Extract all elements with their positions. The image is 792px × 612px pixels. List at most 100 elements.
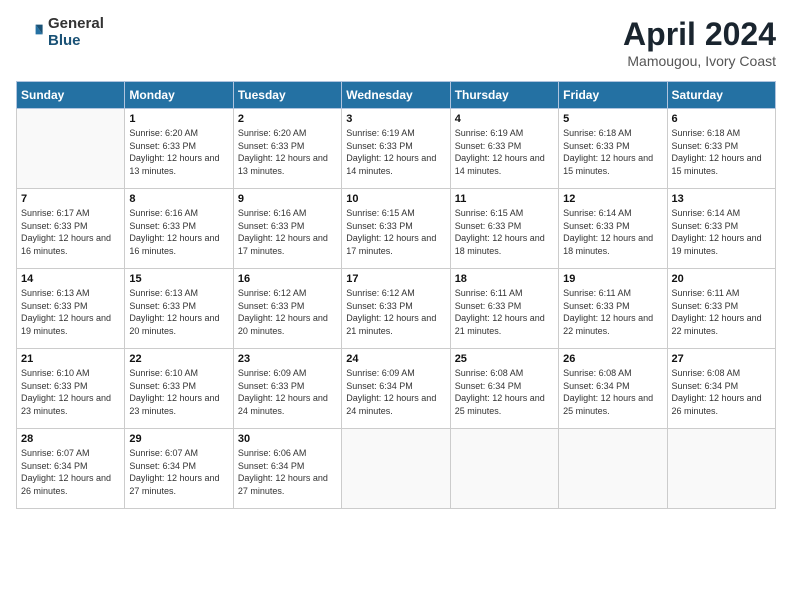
day-number: 25 (455, 353, 554, 365)
calendar-cell: 22 Sunrise: 6:10 AMSunset: 6:33 PMDayligh… (125, 349, 233, 429)
day-info: Sunrise: 6:11 AMSunset: 6:33 PMDaylight:… (672, 287, 771, 337)
day-number: 22 (129, 353, 228, 365)
calendar-cell: 8Sunrise: 6:16 AMSunset: 6:33 PMDaylight… (125, 189, 233, 269)
day-header-thursday: Thursday (450, 82, 558, 109)
day-number: 17 (346, 273, 445, 285)
week-row-4: 28 Sunrise: 6:07 AMSunset: 6:34 PMDayligh… (17, 429, 776, 509)
day-header-tuesday: Tuesday (233, 82, 341, 109)
calendar-cell: 24 Sunrise: 6:09 AMSunset: 6:34 PMDayligh… (342, 349, 450, 429)
calendar-cell (559, 429, 667, 509)
day-number: 15 (129, 273, 228, 285)
calendar-cell: 7Sunrise: 6:17 AMSunset: 6:33 PMDaylight… (17, 189, 125, 269)
logo-text: General Blue (48, 16, 104, 49)
day-info: Sunrise: 6:19 AMSunset: 6:33 PMDaylight:… (455, 127, 554, 177)
calendar-cell: 29Sunrise: 6:07 AMSunset: 6:34 PMDayligh… (125, 429, 233, 509)
calendar-cell: 20 Sunrise: 6:11 AMSunset: 6:33 PMDayligh… (667, 269, 775, 349)
calendar-cell: 18 Sunrise: 6:11 AMSunset: 6:33 PMDayligh… (450, 269, 558, 349)
day-info: Sunrise: 6:07 AMSunset: 6:34 PMDaylight:… (21, 447, 120, 497)
title-area: April 2024 Mamougou, Ivory Coast (623, 16, 776, 69)
day-number: 3 (346, 113, 445, 125)
calendar-cell: 11Sunrise: 6:15 AMSunset: 6:33 PMDayligh… (450, 189, 558, 269)
calendar-cell: 3 Sunrise: 6:19 AMSunset: 6:33 PMDaylight… (342, 109, 450, 189)
day-number: 8 (129, 193, 228, 205)
calendar-cell: 2Sunrise: 6:20 AMSunset: 6:33 PMDaylight… (233, 109, 341, 189)
day-number: 4 (455, 113, 554, 125)
day-number: 21 (21, 353, 120, 365)
day-number: 28 (21, 433, 120, 445)
calendar-cell: 6Sunrise: 6:18 AMSunset: 6:33 PMDaylight… (667, 109, 775, 189)
day-number: 26 (563, 353, 662, 365)
day-info: Sunrise: 6:14 AMSunset: 6:33 PMDaylight:… (672, 207, 771, 257)
day-number: 5 (563, 113, 662, 125)
calendar-subtitle: Mamougou, Ivory Coast (623, 53, 776, 69)
day-info: Sunrise: 6:08 AMSunset: 6:34 PMDaylight:… (563, 367, 662, 417)
day-info: Sunrise: 6:15 AMSunset: 6:33 PMDaylight:… (346, 207, 445, 257)
calendar-cell: 1 Sunrise: 6:20 AMSunset: 6:33 PMDaylight… (125, 109, 233, 189)
calendar-title: April 2024 (623, 16, 776, 53)
week-row-2: 14 Sunrise: 6:13 AMSunset: 6:33 PMDayligh… (17, 269, 776, 349)
day-info: Sunrise: 6:08 AMSunset: 6:34 PMDaylight:… (455, 367, 554, 417)
calendar-cell: 21 Sunrise: 6:10 AMSunset: 6:33 PMDayligh… (17, 349, 125, 429)
calendar-cell: 9 Sunrise: 6:16 AMSunset: 6:33 PMDaylight… (233, 189, 341, 269)
header: General Blue April 2024 Mamougou, Ivory … (16, 16, 776, 69)
day-headers-row: SundayMondayTuesdayWednesdayThursdayFrid… (17, 82, 776, 109)
calendar-body: 1 Sunrise: 6:20 AMSunset: 6:33 PMDaylight… (17, 109, 776, 509)
day-number: 9 (238, 193, 337, 205)
day-number: 13 (672, 193, 771, 205)
day-number: 20 (672, 273, 771, 285)
day-info: Sunrise: 6:12 AMSunset: 6:33 PMDaylight:… (346, 287, 445, 337)
calendar-cell: 14 Sunrise: 6:13 AMSunset: 6:33 PMDayligh… (17, 269, 125, 349)
day-info: Sunrise: 6:14 AMSunset: 6:33 PMDaylight:… (563, 207, 662, 257)
day-header-wednesday: Wednesday (342, 82, 450, 109)
day-number: 12 (563, 193, 662, 205)
day-info: Sunrise: 6:10 AMSunset: 6:33 PMDaylight:… (129, 367, 228, 417)
calendar-cell (450, 429, 558, 509)
calendar-table: SundayMondayTuesdayWednesdayThursdayFrid… (16, 81, 776, 509)
day-number: 16 (238, 273, 337, 285)
calendar-cell: 4 Sunrise: 6:19 AMSunset: 6:33 PMDaylight… (450, 109, 558, 189)
calendar-cell: 19Sunrise: 6:11 AMSunset: 6:33 PMDayligh… (559, 269, 667, 349)
day-header-monday: Monday (125, 82, 233, 109)
day-info: Sunrise: 6:13 AMSunset: 6:33 PMDaylight:… (129, 287, 228, 337)
day-info: Sunrise: 6:17 AMSunset: 6:33 PMDaylight:… (21, 207, 120, 257)
day-header-saturday: Saturday (667, 82, 775, 109)
calendar-cell: 16 Sunrise: 6:12 AMSunset: 6:33 PMDayligh… (233, 269, 341, 349)
week-row-1: 7Sunrise: 6:17 AMSunset: 6:33 PMDaylight… (17, 189, 776, 269)
day-info: Sunrise: 6:10 AMSunset: 6:33 PMDaylight:… (21, 367, 120, 417)
day-info: Sunrise: 6:19 AMSunset: 6:33 PMDaylight:… (346, 127, 445, 177)
day-number: 30 (238, 433, 337, 445)
day-number: 27 (672, 353, 771, 365)
logo-blue-text: Blue (48, 33, 104, 50)
day-info: Sunrise: 6:11 AMSunset: 6:33 PMDaylight:… (455, 287, 554, 337)
day-number: 1 (129, 113, 228, 125)
day-number: 24 (346, 353, 445, 365)
calendar-cell: 13 Sunrise: 6:14 AMSunset: 6:33 PMDayligh… (667, 189, 775, 269)
day-info: Sunrise: 6:18 AMSunset: 6:33 PMDaylight:… (672, 127, 771, 177)
day-info: Sunrise: 6:08 AMSunset: 6:34 PMDaylight:… (672, 367, 771, 417)
day-header-friday: Friday (559, 82, 667, 109)
day-number: 18 (455, 273, 554, 285)
calendar-cell: 30 Sunrise: 6:06 AMSunset: 6:34 PMDayligh… (233, 429, 341, 509)
day-info: Sunrise: 6:13 AMSunset: 6:33 PMDaylight:… (21, 287, 120, 337)
day-number: 19 (563, 273, 662, 285)
day-info: Sunrise: 6:06 AMSunset: 6:34 PMDaylight:… (238, 447, 337, 497)
week-row-0: 1 Sunrise: 6:20 AMSunset: 6:33 PMDaylight… (17, 109, 776, 189)
calendar-cell: 27 Sunrise: 6:08 AMSunset: 6:34 PMDayligh… (667, 349, 775, 429)
day-info: Sunrise: 6:12 AMSunset: 6:33 PMDaylight:… (238, 287, 337, 337)
day-number: 2 (238, 113, 337, 125)
day-info: Sunrise: 6:09 AMSunset: 6:34 PMDaylight:… (346, 367, 445, 417)
logo-icon (16, 19, 44, 47)
day-number: 10 (346, 193, 445, 205)
day-number: 14 (21, 273, 120, 285)
day-number: 29 (129, 433, 228, 445)
day-info: Sunrise: 6:18 AMSunset: 6:33 PMDaylight:… (563, 127, 662, 177)
calendar-cell: 5 Sunrise: 6:18 AMSunset: 6:33 PMDaylight… (559, 109, 667, 189)
calendar-cell: 15 Sunrise: 6:13 AMSunset: 6:33 PMDayligh… (125, 269, 233, 349)
calendar-header: SundayMondayTuesdayWednesdayThursdayFrid… (17, 82, 776, 109)
calendar-cell: 10 Sunrise: 6:15 AMSunset: 6:33 PMDayligh… (342, 189, 450, 269)
day-info: Sunrise: 6:20 AMSunset: 6:33 PMDaylight:… (129, 127, 228, 177)
day-header-sunday: Sunday (17, 82, 125, 109)
logo: General Blue (16, 16, 104, 49)
day-info: Sunrise: 6:16 AMSunset: 6:33 PMDaylight:… (238, 207, 337, 257)
calendar-cell: 26 Sunrise: 6:08 AMSunset: 6:34 PMDayligh… (559, 349, 667, 429)
